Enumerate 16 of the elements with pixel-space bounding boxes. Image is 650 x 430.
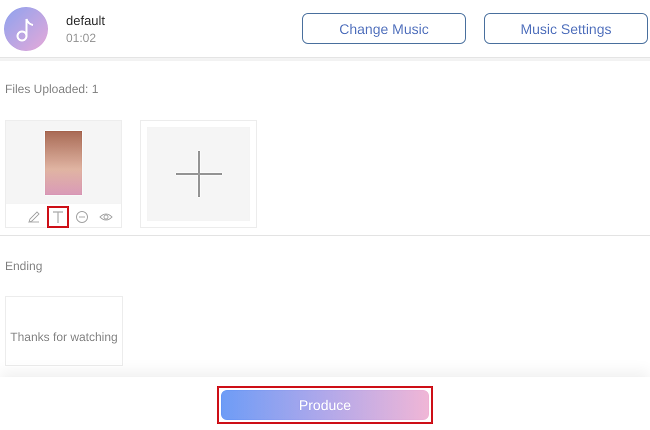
music-duration: 01:02 [66,30,98,44]
pencil-icon[interactable] [27,210,41,224]
minus-circle-icon[interactable] [75,210,89,224]
ending-card[interactable]: Thanks for watching [5,296,123,366]
plus-icon [176,151,222,197]
music-note-icon [4,6,48,50]
ending-text: Thanks for watching [10,330,118,344]
ending-label: Ending [5,259,44,273]
text-icon[interactable] [51,210,65,224]
photo-placeholder [45,130,82,194]
change-music-button[interactable]: Change Music [302,13,466,44]
add-file-card[interactable] [140,120,257,228]
music-settings-button[interactable]: Music Settings [484,13,648,44]
files-uploaded-label: Files Uploaded: 1 [5,82,100,96]
produce-button[interactable]: Produce [221,390,429,420]
music-title: default [66,12,106,28]
